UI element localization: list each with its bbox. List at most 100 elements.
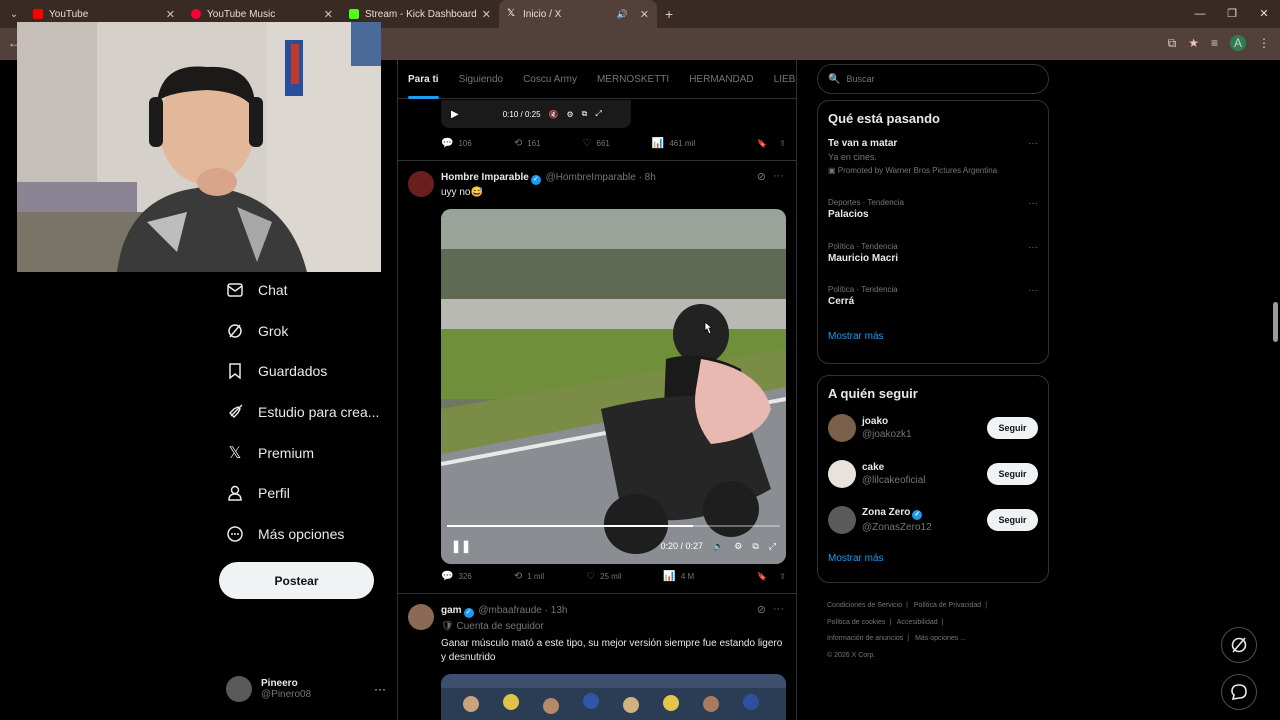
tab-liebi[interactable]: LIEBI — [764, 60, 796, 99]
maximize-icon[interactable]: ❐ — [1216, 0, 1248, 28]
window-close-icon[interactable]: ✕ — [1248, 0, 1280, 28]
page-scrollbar[interactable] — [1270, 60, 1280, 720]
close-icon[interactable]: ✕ — [324, 8, 333, 21]
nav-item-guardados[interactable]: Guardados — [218, 351, 388, 392]
pause-icon[interactable]: ❚❚ — [451, 539, 471, 553]
settings-icon[interactable]: ⚙ — [734, 541, 742, 552]
repost-button[interactable]: ⟲ 161 — [514, 138, 541, 149]
footer-link[interactable]: Información de anuncios — [827, 635, 903, 642]
reply-button[interactable]: 💬 106 — [441, 138, 472, 149]
more-icon[interactable]: ··· — [773, 170, 784, 182]
close-icon[interactable]: ✕ — [166, 8, 175, 21]
more-icon[interactable]: ··· — [1028, 198, 1038, 209]
play-icon[interactable]: ▶ — [451, 109, 459, 120]
tab-mernosketti[interactable]: MERNOSKETTI — [587, 60, 679, 99]
close-icon[interactable]: ✕ — [640, 8, 649, 21]
settings-icon[interactable]: ⚙ — [566, 110, 573, 119]
more-icon[interactable]: ··· — [374, 682, 386, 696]
scrollbar-thumb[interactable] — [1273, 302, 1278, 342]
views-button[interactable]: 📊 4 M — [663, 571, 694, 582]
account-switcher[interactable]: Pineero @Pinero08 ··· — [226, 672, 386, 706]
reply-button[interactable]: 💬 326 — [441, 571, 472, 582]
follow-button[interactable]: Seguir — [987, 417, 1038, 439]
like-button[interactable]: ♡ 25 mil — [586, 571, 621, 582]
author-name[interactable]: gam — [441, 605, 462, 616]
footer-link[interactable]: Accesibilidad — [897, 619, 938, 626]
messages-fab-button[interactable] — [1221, 674, 1257, 710]
footer-link[interactable]: Más opciones ... — [915, 635, 966, 642]
more-icon[interactable]: ··· — [773, 603, 784, 615]
video-progress-bar[interactable] — [447, 525, 780, 527]
search-input[interactable]: 🔍 Buscar — [817, 64, 1049, 94]
install-app-icon[interactable]: ⧉ — [1168, 36, 1177, 51]
tab-hermandad[interactable]: HERMANDAD — [679, 60, 763, 99]
author-name[interactable]: Hombre Imparable — [441, 172, 529, 183]
tab-inicio-x[interactable]: 𝕏 Inicio / X 🔊 ✕ — [499, 0, 657, 28]
nav-item-chat[interactable]: Chat — [218, 270, 388, 311]
avatar[interactable] — [828, 506, 856, 534]
nav-item-estudio[interactable]: Estudio para crea... — [218, 392, 388, 433]
account-handle: @Pinero08 — [261, 689, 312, 700]
grok-icon[interactable]: ⊘ — [757, 603, 766, 616]
footer-link[interactable]: Política de Privacidad — [914, 602, 981, 609]
avatar[interactable] — [408, 171, 434, 197]
nav-item-mas-opciones[interactable]: Más opciones — [218, 514, 388, 555]
author-handle[interactable]: @mbaafraude — [478, 605, 542, 616]
nav-item-grok[interactable]: Grok — [218, 311, 388, 352]
footer-link[interactable]: Política de cookies — [827, 619, 885, 626]
tab-coscu-army[interactable]: Coscu Army — [513, 60, 587, 99]
follow-suggestion[interactable]: Zona Zero ✓ @ZonasZero12 Seguir — [818, 497, 1048, 543]
follow-suggestion[interactable]: cake @lilcakeoficial Seguir — [818, 451, 1048, 497]
views-button[interactable]: 📊 461 mil — [652, 138, 695, 149]
share-icon[interactable]: ⇪ — [779, 572, 786, 581]
more-icon[interactable]: ··· — [1028, 242, 1038, 253]
grok-icon[interactable]: ⊘ — [757, 170, 766, 183]
pip-icon[interactable]: ⧉ — [752, 541, 758, 552]
mute-icon[interactable]: 🔇 — [549, 110, 559, 119]
like-button[interactable]: ♡ 661 — [583, 138, 610, 149]
trend-item[interactable]: Deportes · Tendencia Palacios ··· — [818, 198, 1048, 242]
footer-link[interactable]: Condiciones de Servicio — [827, 602, 902, 609]
fullscreen-icon[interactable]: ⤢ — [595, 109, 601, 119]
post-button[interactable]: Postear — [219, 562, 374, 599]
follow-button[interactable]: Seguir — [987, 463, 1038, 485]
media-controls-icon[interactable]: ≡ — [1211, 36, 1218, 50]
show-more-link[interactable]: Mostrar más — [818, 331, 1048, 342]
post-gam[interactable]: gam ✓ @mbaafraude · 13h ⊘ ··· 🛡 Cuenta de… — [398, 593, 796, 720]
grok-fab-button[interactable] — [1221, 627, 1257, 663]
bookmark-icon[interactable]: 🔖 — [757, 139, 767, 148]
more-icon[interactable]: ··· — [1028, 285, 1038, 296]
profile-avatar[interactable]: A — [1230, 35, 1246, 51]
trend-item[interactable]: Política · Tendencia Mauricio Macri ··· — [818, 242, 1048, 286]
more-icon[interactable]: ··· — [1028, 138, 1038, 149]
video-player[interactable]: ❚❚ 0:20 / 0:27 🔈 ⚙ ⧉ ⤢ — [441, 209, 786, 564]
post-hombre-imparable[interactable]: Hombre Imparable ✓ @HombreImparable · 8h … — [398, 160, 796, 593]
avatar[interactable] — [828, 414, 856, 442]
tab-siguiendo[interactable]: Siguiendo — [449, 60, 513, 99]
post-image[interactable] — [441, 674, 786, 720]
new-tab-icon[interactable]: + — [665, 6, 673, 22]
trend-item[interactable]: Política · Tendencia Cerrá ··· — [818, 285, 1048, 329]
nav-item-perfil[interactable]: Perfil — [218, 473, 388, 514]
repost-button[interactable]: ⟲ 1 mil — [514, 571, 544, 582]
avatar[interactable] — [408, 604, 434, 630]
share-icon[interactable]: ⇪ — [779, 139, 786, 148]
trend-item[interactable]: Te van a matar Ya en cines. ▣ Promoted b… — [818, 138, 1048, 198]
follow-suggestion[interactable]: joako @joakozk1 Seguir — [818, 405, 1048, 451]
nav-item-premium[interactable]: 𝕏 Premium — [218, 432, 388, 473]
author-handle[interactable]: @HombreImparable — [546, 172, 636, 183]
pip-icon[interactable]: ⧉ — [582, 109, 588, 119]
browser-menu-icon[interactable]: ⋮ — [1258, 36, 1270, 50]
volume-icon[interactable]: 🔈 — [713, 541, 724, 552]
close-icon[interactable]: ✕ — [482, 8, 491, 21]
bookmark-icon[interactable]: 🔖 — [757, 572, 767, 581]
fullscreen-icon[interactable]: ⤢ — [769, 541, 776, 552]
minimize-icon[interactable]: — — [1184, 0, 1216, 28]
nav-item-label: Grok — [258, 322, 289, 339]
follow-button[interactable]: Seguir — [987, 509, 1038, 531]
tab-para-ti[interactable]: Para ti — [398, 60, 449, 99]
avatar[interactable] — [828, 460, 856, 488]
speaker-icon[interactable]: 🔊 — [617, 9, 628, 20]
show-more-link[interactable]: Mostrar más — [818, 553, 1048, 564]
bookmark-star-icon[interactable]: ★ — [1188, 36, 1199, 50]
